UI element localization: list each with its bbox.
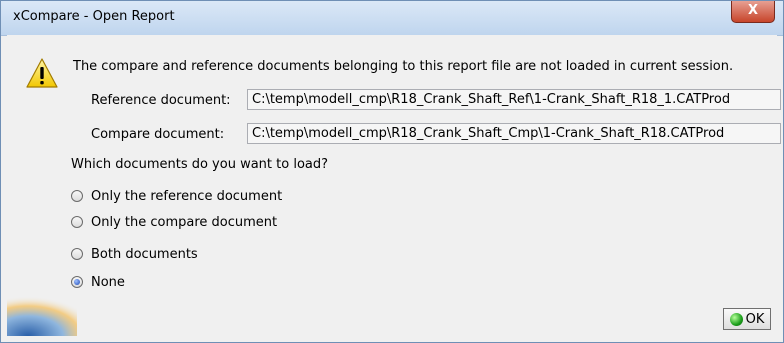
radio-button[interactable] bbox=[71, 190, 83, 202]
option-label: Only the reference document bbox=[91, 188, 283, 204]
option-reference-only[interactable]: Only the reference document bbox=[71, 187, 282, 205]
info-message: The compare and reference documents belo… bbox=[73, 59, 734, 74]
decorative-logo-icon bbox=[7, 296, 77, 336]
reference-document-field[interactable]: C:\temp\modell_cmp\R18_Crank_Shaft_Ref\1… bbox=[247, 89, 781, 110]
warning-icon bbox=[26, 58, 58, 88]
compare-document-label: Compare document: bbox=[91, 127, 225, 142]
option-label: None bbox=[91, 274, 125, 290]
close-button[interactable]: X bbox=[731, 1, 775, 23]
radio-button[interactable] bbox=[71, 248, 83, 260]
compare-document-field[interactable]: C:\temp\modell_cmp\R18_Crank_Shaft_Cmp\1… bbox=[247, 123, 781, 144]
ok-status-icon bbox=[729, 312, 743, 326]
window-title: xCompare - Open Report bbox=[13, 9, 175, 24]
option-label: Only the compare document bbox=[91, 214, 278, 230]
dialog-body: The compare and reference documents belo… bbox=[7, 35, 781, 336]
ok-button[interactable]: OK bbox=[723, 308, 771, 330]
ok-label: OK bbox=[745, 311, 765, 327]
option-compare-only[interactable]: Only the compare document bbox=[71, 213, 277, 231]
reference-document-label: Reference document: bbox=[91, 93, 231, 108]
option-none[interactable]: None bbox=[71, 273, 125, 291]
option-both-documents[interactable]: Both documents bbox=[71, 245, 198, 263]
radio-button[interactable] bbox=[71, 216, 83, 228]
dialog-window: xCompare - Open Report X The compare and… bbox=[0, 0, 784, 343]
title-bar[interactable]: xCompare - Open Report X bbox=[1, 1, 783, 36]
option-label: Both documents bbox=[91, 246, 198, 262]
load-question-label: Which documents do you want to load? bbox=[71, 157, 329, 172]
radio-button-selected[interactable] bbox=[71, 276, 83, 288]
